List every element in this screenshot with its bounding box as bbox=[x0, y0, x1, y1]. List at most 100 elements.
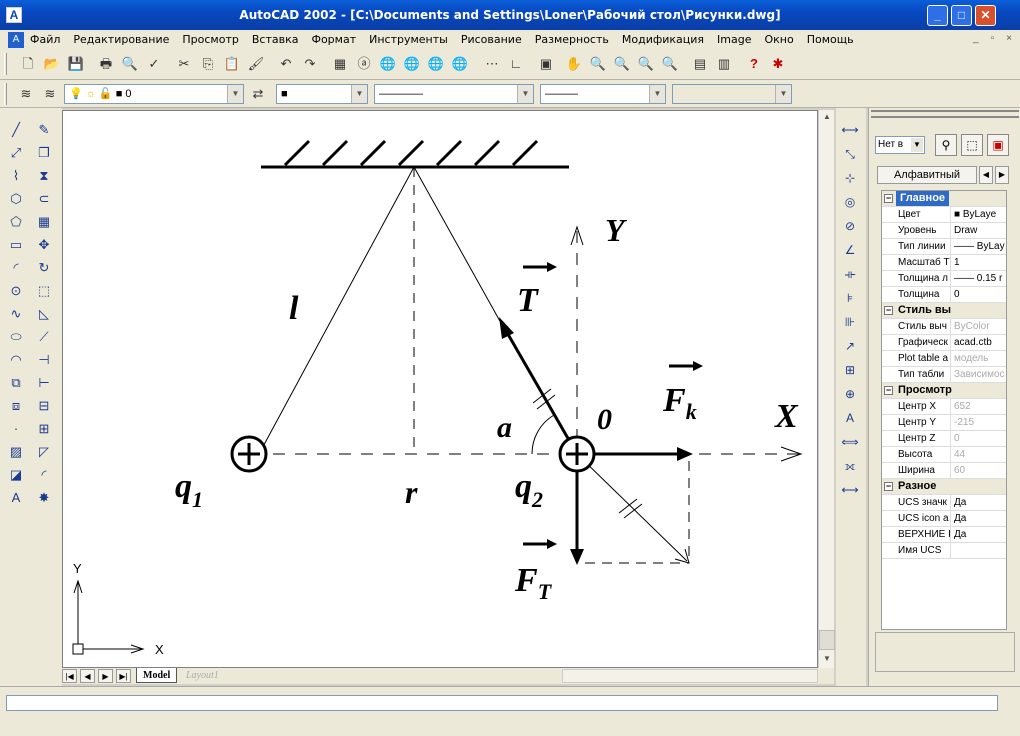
property-value[interactable]: Да bbox=[952, 527, 1006, 542]
spellcheck-icon[interactable]: ✓ bbox=[144, 54, 164, 74]
fillet-icon[interactable]: ◜ bbox=[33, 463, 55, 486]
offset-icon[interactable]: ⊂ bbox=[33, 187, 55, 210]
center-mark-icon[interactable]: ⊕ bbox=[836, 382, 864, 406]
print-preview-icon[interactable]: 🔍 bbox=[120, 54, 140, 74]
rectangle-icon[interactable]: ▭ bbox=[5, 233, 27, 256]
menu-item-7[interactable]: Размерность bbox=[535, 33, 609, 46]
dimension-edit-icon[interactable]: A bbox=[836, 406, 864, 430]
save-icon[interactable]: 💾 bbox=[66, 54, 86, 74]
property-row[interactable]: Высота 44 bbox=[882, 447, 1006, 463]
dimension-style-icon[interactable]: ⟷ bbox=[836, 478, 864, 502]
plot-style-dropdown[interactable]: ▼ bbox=[672, 84, 792, 104]
menu-item-3[interactable]: Вставка bbox=[252, 33, 299, 46]
layer-previous-icon[interactable]: ≋ bbox=[40, 84, 60, 104]
pan-icon[interactable]: ✋ bbox=[564, 54, 584, 74]
match-properties-icon[interactable]: 🖌 bbox=[246, 54, 266, 74]
property-value[interactable]: Да bbox=[952, 495, 1006, 510]
print-icon[interactable]: 🖶 bbox=[96, 54, 116, 74]
zoom-window-icon[interactable]: 🔍 bbox=[612, 54, 632, 74]
ellipse-arc-icon[interactable]: ◠ bbox=[5, 348, 27, 371]
polyline-icon[interactable]: ⌇ bbox=[5, 164, 27, 187]
menu-item-8[interactable]: Модификация bbox=[622, 33, 704, 46]
zoom-previous-icon[interactable]: 🔍 bbox=[636, 54, 656, 74]
toolbar-grip[interactable] bbox=[4, 83, 7, 105]
vertical-scrollbar[interactable]: ▲ ▼ bbox=[818, 110, 835, 668]
aligned-dimension-icon[interactable]: ⤡ bbox=[836, 142, 864, 166]
express-tools-icon[interactable]: ✱ bbox=[768, 54, 788, 74]
property-row[interactable]: Ширина 60 bbox=[882, 463, 1006, 479]
minimize-button[interactable]: _ bbox=[927, 5, 948, 26]
property-row[interactable]: Центр Y -215 bbox=[882, 415, 1006, 431]
move-icon[interactable]: ✥ bbox=[33, 233, 55, 256]
property-value[interactable]: -215 bbox=[952, 415, 1006, 430]
menu-item-10[interactable]: Окно bbox=[765, 33, 794, 46]
paste-icon[interactable]: 📋 bbox=[222, 54, 242, 74]
menu-item-0[interactable]: Файл bbox=[30, 33, 60, 46]
circle-icon[interactable]: ⊙ bbox=[5, 279, 27, 302]
zoom-realtime-icon[interactable]: 🔍 bbox=[588, 54, 608, 74]
named-views-icon[interactable]: ▣ bbox=[536, 54, 556, 74]
hatch-icon[interactable]: ▨ bbox=[5, 440, 27, 463]
property-value[interactable]: ■ ByLaye bbox=[952, 207, 1006, 222]
menu-item-2[interactable]: Просмотр bbox=[182, 33, 238, 46]
hyperlink-icon[interactable]: 🌐 bbox=[378, 54, 398, 74]
extend-icon[interactable]: ⊢ bbox=[33, 371, 55, 394]
mdi-restore-button[interactable]: ▫ bbox=[991, 33, 995, 44]
open-file-icon[interactable]: 📂 bbox=[42, 54, 62, 74]
object-snap-icon[interactable]: ⋯ bbox=[482, 54, 502, 74]
properties-list-icon[interactable]: ▥ bbox=[714, 54, 734, 74]
publish-web-icon[interactable]: 🌐 bbox=[402, 54, 422, 74]
property-value[interactable]: 44 bbox=[952, 447, 1006, 462]
property-value[interactable]: 0 bbox=[952, 431, 1006, 446]
point-icon[interactable]: · bbox=[5, 417, 27, 440]
mdi-minimize-button[interactable]: _ bbox=[973, 33, 979, 44]
tab-prev-button[interactable]: ◀ bbox=[80, 669, 95, 683]
help-icon[interactable]: ? bbox=[744, 54, 764, 74]
toggle-pickadd-icon[interactable]: ▣ bbox=[987, 134, 1009, 156]
tab-last-button[interactable]: ▶| bbox=[116, 669, 131, 683]
menu-item-11[interactable]: Помощь bbox=[807, 33, 854, 46]
lengthen-icon[interactable]: ⟋ bbox=[33, 325, 55, 348]
chevron-down-icon[interactable]: ▼ bbox=[227, 85, 243, 103]
layer-dropdown[interactable]: 💡 ☼ 🔓 ■ 0 ▼ bbox=[64, 84, 244, 104]
pentagon-icon[interactable]: ⬠ bbox=[5, 210, 27, 233]
undo-icon[interactable]: ↶ bbox=[276, 54, 296, 74]
property-value[interactable]: —— ByLay bbox=[952, 239, 1006, 254]
angular-dimension-icon[interactable]: ∠ bbox=[836, 238, 864, 262]
tab-first-button[interactable]: |◀ bbox=[62, 669, 77, 683]
scroll-down-arrow-icon[interactable]: ▼ bbox=[819, 652, 835, 666]
tab-layout1[interactable]: Layout1 bbox=[180, 668, 225, 683]
spline-icon[interactable]: ∿ bbox=[5, 302, 27, 325]
tab-next-icon[interactable]: ▶ bbox=[995, 166, 1009, 184]
quick-dimension-icon[interactable]: ⟛ bbox=[836, 262, 864, 286]
rotate-icon[interactable]: ↻ bbox=[33, 256, 55, 279]
copy-object-icon[interactable]: ❐ bbox=[33, 141, 55, 164]
property-value[interactable]: ByColor bbox=[952, 319, 1006, 334]
property-row[interactable]: Цвет ■ ByLaye bbox=[882, 207, 1006, 223]
autocad-today-icon[interactable]: ⓐ bbox=[354, 54, 374, 74]
property-category[interactable]: − Разное bbox=[882, 479, 1006, 495]
zoom-extents-icon[interactable]: 🔍 bbox=[660, 54, 680, 74]
multiline-text-icon[interactable]: A bbox=[5, 486, 27, 509]
menu-item-5[interactable]: Инструменты bbox=[369, 33, 448, 46]
linetype-dropdown[interactable]: ———— ▼ bbox=[374, 84, 534, 104]
make-block-icon[interactable]: ⧈ bbox=[5, 394, 27, 417]
property-row[interactable]: Графическ acad.ctb bbox=[882, 335, 1006, 351]
menu-item-4[interactable]: Формат bbox=[311, 33, 356, 46]
palette-grip[interactable] bbox=[871, 110, 1019, 118]
quick-select-icon[interactable]: ⚲ bbox=[935, 134, 957, 156]
close-button[interactable]: ✕ bbox=[975, 5, 996, 26]
property-row[interactable]: ВЕРХНИЕ Р Да bbox=[882, 527, 1006, 543]
property-row[interactable]: Тип линии —— ByLay bbox=[882, 239, 1006, 255]
menu-item-9[interactable]: Image bbox=[717, 33, 751, 46]
menu-item-1[interactable]: Редактирование bbox=[73, 33, 169, 46]
tolerance-icon[interactable]: ⊞ bbox=[836, 358, 864, 382]
tab-next-button[interactable]: ▶ bbox=[98, 669, 113, 683]
continue-dimension-icon[interactable]: ⊪ bbox=[836, 310, 864, 334]
ucs-icon[interactable]: ∟ bbox=[506, 54, 526, 74]
property-value[interactable]: 1 bbox=[952, 255, 1006, 270]
property-row[interactable]: Центр X 652 bbox=[882, 399, 1006, 415]
join-icon[interactable]: ⊞ bbox=[33, 417, 55, 440]
property-row[interactable]: UCS icon a Да bbox=[882, 511, 1006, 527]
chevron-down-icon[interactable]: ▼ bbox=[351, 85, 367, 103]
